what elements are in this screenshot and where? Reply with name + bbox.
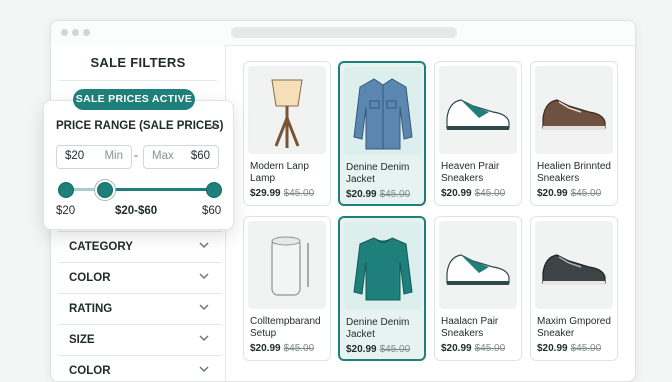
product-card[interactable]: Modern Lanp Lamp $29.99 $45.00 [243,61,331,206]
product-price: $20.99 $45.00 [346,189,410,200]
product-price: $20.99 $45.00 [441,343,505,354]
product-name: Heaven Prair Sneakers [441,161,500,184]
product-image [248,221,326,309]
teal-sneaker-icon [446,99,510,130]
product-image [439,66,517,154]
original-price: $45.00 [379,344,411,355]
sale-price: $20.99 [537,343,568,354]
facet-label: SIZE [69,334,95,346]
scale-min-label: $20 [56,205,76,217]
title-bar [51,21,635,46]
product-price: $20.99 $45.00 [346,344,410,355]
chevron-up-icon[interactable] [209,120,221,132]
selected-range-label: $20-$60 [115,205,158,217]
facet-label: CATEGORY [69,241,133,253]
product-card-selected[interactable]: Denine Denim Jacket $20.99 $45.00 [338,61,426,206]
scale-max-label: $60 [202,205,222,217]
min-price-input[interactable]: $20 Min [56,145,132,169]
facet-color[interactable]: COLOR [58,262,222,293]
sidebar-title: SALE FILTERS [90,55,186,70]
max-price-input[interactable]: Max $60 [143,145,219,169]
chevron-down-icon [199,273,209,280]
price-range-title: PRICE RANGE (SALE PRICES) [56,120,224,132]
original-price: $45.00 [570,343,602,354]
facet-category[interactable]: CATEGORY [58,231,222,262]
product-image [344,222,422,310]
product-price: $29.99 $45.00 [250,188,314,199]
product-name: Healien Brinnted Sneakers [537,161,611,184]
product-price: $20.99 $45.00 [250,343,314,354]
max-price-value: $60 [190,150,210,162]
product-name: Haalacn Pair Sneakers [441,316,499,339]
product-image [535,66,613,154]
product-name: Colltempbarand Setup [250,316,321,339]
product-card[interactable]: Colltempbarand Setup $20.99 $45.00 [243,216,331,361]
product-image [248,66,326,154]
original-price: $45.00 [283,188,315,199]
chevron-down-icon [199,304,209,311]
product-image [535,221,613,309]
original-price: $45.00 [379,189,411,200]
cylinder-speaker-icon [271,236,309,296]
chevron-down-icon [199,335,209,342]
product-card[interactable]: Healien Brinnted Sneakers $20.99 $45.00 [530,61,618,206]
product-name: Modern Lanp Lamp [250,161,309,184]
sale-prices-active-badge[interactable]: SALE PRICES ACTIVE [73,89,195,110]
product-card-selected[interactable]: Denine Denim Jacket $20.99 $45.00 [338,216,426,361]
chevron-down-icon [199,242,209,249]
divider [59,80,217,81]
slider-min-handle[interactable] [58,182,74,198]
facet-rating[interactable]: RATING [58,293,222,324]
brown-sneaker-icon [542,99,606,130]
original-price: $45.00 [474,188,506,199]
slider-mid-handle[interactable] [97,182,113,198]
original-price: $45.00 [283,343,315,354]
dark-sneaker-icon [542,254,606,285]
sale-price: $20.99 [537,188,568,199]
product-image [344,67,422,155]
price-range-popover: PRICE RANGE (SALE PRICES) $20 Min - Max … [43,100,234,230]
facet-color-2[interactable]: COLOR [58,355,222,381]
sale-price: $29.99 [250,188,281,199]
product-price: $20.99 $45.00 [537,343,601,354]
facet-label: RATING [69,303,113,315]
product-card[interactable]: Maxim Gmpored Sneaker $20.99 $45.00 [530,216,618,361]
teal-sneaker-icon [446,254,510,285]
denim-jacket-icon [353,78,413,150]
product-card[interactable]: Haalacn Pair Sneakers $20.99 $45.00 [434,216,522,361]
min-price-value: $20 [65,150,85,162]
window-control-dot[interactable] [83,29,90,36]
window-control-dot[interactable] [72,29,79,36]
product-image [439,221,517,309]
sale-price: $20.99 [346,189,377,200]
slider-max-handle[interactable] [206,182,222,198]
sale-price: $20.99 [441,343,472,354]
chevron-down-icon [199,366,209,373]
address-bar[interactable] [231,27,457,38]
product-price: $20.99 $45.00 [441,188,505,199]
min-placeholder: Min [104,150,123,162]
range-separator: - [134,148,138,162]
product-card[interactable]: Heaven Prair Sneakers $20.99 $45.00 [434,61,522,206]
sale-price: $20.99 [346,344,377,355]
product-name: Maxim Gmpored Sneaker [537,316,611,339]
product-name: Denine Denim Jacket [346,317,410,340]
product-price: $20.99 $45.00 [537,188,601,199]
max-placeholder: Max [152,150,174,162]
lamp-icon [271,79,303,148]
original-price: $45.00 [570,188,602,199]
product-name: Denine Denim Jacket [346,162,410,185]
facet-size[interactable]: SIZE [58,324,222,355]
original-price: $45.00 [474,343,506,354]
window-control-dot[interactable] [61,29,68,36]
sale-price: $20.99 [250,343,281,354]
sale-price: $20.99 [441,188,472,199]
facet-label: COLOR [69,272,111,284]
teal-sweater-icon [353,237,413,301]
